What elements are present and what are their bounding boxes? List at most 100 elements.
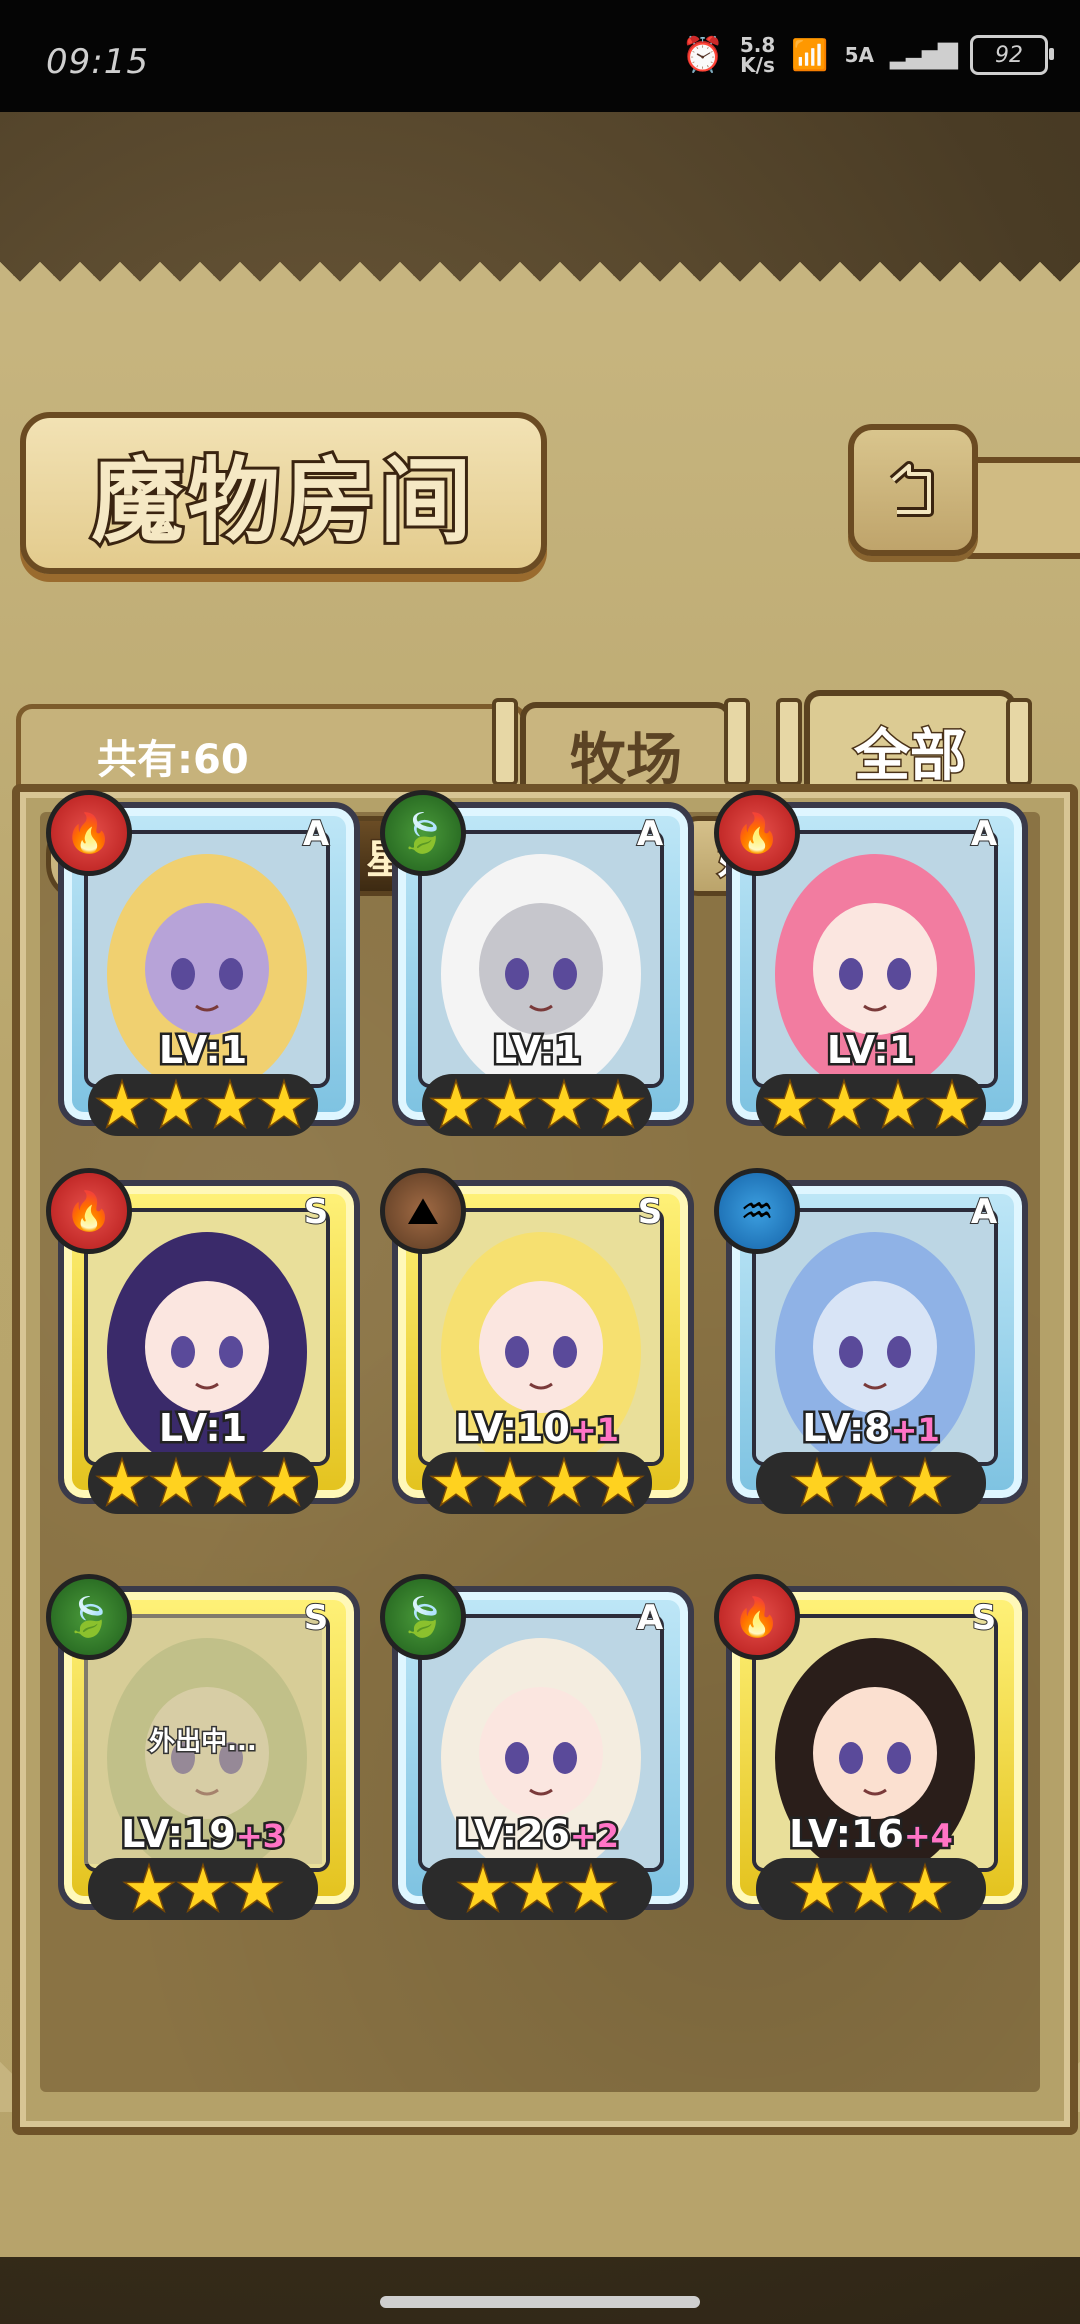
tab-pole: [1006, 698, 1032, 786]
monster-card[interactable]: 🔥 S LV:1 ★ ★ ★ ★: [46, 1168, 360, 1530]
star-icon: ★: [483, 1449, 538, 1517]
status-icons: ⏰ 5.8 K/s 📶 5A ▂▃▅▇ 92: [681, 30, 1054, 80]
star-icon: ★: [844, 1449, 899, 1517]
battery-level: 92: [995, 42, 1023, 68]
monster-card[interactable]: 外出中... 🍃 S LV:19+3 ★ ★ ★: [46, 1574, 360, 1936]
star-icon: ★: [456, 1855, 511, 1923]
star-icon: ★: [203, 1071, 258, 1139]
level-label: LV:1: [490, 1026, 583, 1075]
tab-pole: [492, 698, 518, 786]
alarm-icon: ⏰: [681, 35, 724, 75]
level-label: LV:1: [156, 1404, 249, 1453]
rank-badge: S: [303, 1597, 330, 1639]
monster-count-tab: 共有:60: [16, 704, 526, 789]
star-icon: ★: [176, 1855, 231, 1923]
fire-icon: 🔥: [46, 790, 132, 876]
leaf-icon: 🍃: [46, 1574, 132, 1660]
tab-pole: [776, 698, 802, 786]
star-icon: ★: [790, 1855, 845, 1923]
star-icon: ★: [537, 1071, 592, 1139]
star-icon: ★: [257, 1071, 312, 1139]
star-icon: ★: [898, 1855, 953, 1923]
level-bonus: +3: [233, 1815, 287, 1858]
rank-badge: A: [636, 813, 664, 855]
right-eye: [553, 1336, 577, 1368]
level-label: LV:1: [156, 1026, 249, 1075]
monster-card[interactable]: ⛰ S LV:10+1 ★ ★ ★ ★: [380, 1168, 694, 1530]
face-shape: [145, 1281, 269, 1413]
star-icon: ★: [429, 1449, 484, 1517]
right-eye: [553, 958, 577, 990]
right-eye: [219, 1336, 243, 1368]
earth-icon: ⛰: [380, 1168, 466, 1254]
left-eye: [171, 1336, 195, 1368]
face-shape: [813, 903, 937, 1035]
level-bonus: +1: [888, 1409, 942, 1452]
star-icon: ★: [257, 1449, 312, 1517]
level-bonus: +4: [901, 1815, 955, 1858]
left-eye: [839, 1336, 863, 1368]
level-label: LV:16+4: [787, 1810, 956, 1859]
rank-badge: S: [971, 1597, 998, 1639]
back-button-rail: [960, 457, 1080, 559]
star-icon: ★: [763, 1071, 818, 1139]
face-shape: [813, 1281, 937, 1413]
star-rating: ★ ★ ★: [756, 1858, 986, 1920]
clock: 09:15: [46, 42, 149, 82]
left-eye: [839, 1742, 863, 1774]
water-icon: ♒: [714, 1168, 800, 1254]
face-shape: [145, 903, 269, 1035]
level-label: LV:19+3: [119, 1810, 288, 1859]
face-shape: [813, 1687, 937, 1819]
monster-card[interactable]: 🍃 A LV:1 ★ ★ ★ ★: [380, 790, 694, 1152]
star-icon: ★: [95, 1449, 150, 1517]
star-icon: ★: [898, 1449, 953, 1517]
star-icon: ★: [564, 1855, 619, 1923]
star-icon: ★: [817, 1071, 872, 1139]
monster-card[interactable]: 🔥 A LV:1 ★ ★ ★ ★: [714, 790, 1028, 1152]
level-bonus: +2: [567, 1815, 621, 1858]
star-icon: ★: [429, 1071, 484, 1139]
fire-icon: 🔥: [714, 1574, 800, 1660]
face-shape: [479, 1281, 603, 1413]
left-eye: [505, 958, 529, 990]
monster-card[interactable]: 🍃 A LV:26+2 ★ ★ ★: [380, 1574, 694, 1936]
monster-card[interactable]: 🔥 S LV:16+4 ★ ★ ★: [714, 1574, 1028, 1936]
face-shape: [479, 1687, 603, 1819]
level-label: LV:10+1: [453, 1404, 622, 1453]
fire-icon: 🔥: [714, 790, 800, 876]
fire-icon: 🔥: [46, 1168, 132, 1254]
star-icon: ★: [871, 1071, 926, 1139]
wifi-icon: 📶: [791, 37, 829, 73]
star-rating: ★ ★ ★ ★: [88, 1074, 318, 1136]
board-top-edge: [0, 252, 1080, 312]
tab-pole: [724, 698, 750, 786]
status-bar: 09:15 ⏰ 5.8 K/s 📶 5A ▂▃▅▇ 92: [0, 0, 1080, 112]
star-icon: ★: [122, 1855, 177, 1923]
left-eye: [505, 1336, 529, 1368]
game-screen: 魔物房间 共有:60 牧场 全部 Ⅱ 等级 星级 成长 好感 时间: [0, 112, 1080, 2324]
page-title: 魔物房间: [88, 444, 476, 558]
rank-badge: A: [636, 1597, 664, 1639]
star-icon: ★: [510, 1855, 565, 1923]
star-icon: ★: [95, 1071, 150, 1139]
monster-card[interactable]: 🔥 A LV:1 ★ ★ ★ ★: [46, 790, 360, 1152]
back-button[interactable]: [848, 424, 978, 556]
leaf-icon: 🍃: [380, 1574, 466, 1660]
star-rating: ★ ★ ★: [756, 1452, 986, 1514]
star-icon: ★: [537, 1449, 592, 1517]
right-eye: [553, 1742, 577, 1774]
battery-icon: 92: [970, 35, 1054, 75]
star-icon: ★: [203, 1449, 258, 1517]
star-icon: ★: [149, 1071, 204, 1139]
rank-badge: A: [970, 813, 998, 855]
monster-card[interactable]: ♒ A LV:8+1 ★ ★ ★: [714, 1168, 1028, 1530]
star-icon: ★: [844, 1855, 899, 1923]
level-label: LV:26+2: [453, 1810, 622, 1859]
star-icon: ★: [925, 1071, 980, 1139]
page-title-plate: 魔物房间: [20, 412, 547, 574]
star-icon: ★: [790, 1449, 845, 1517]
gesture-bar[interactable]: [380, 2296, 700, 2308]
face-shape: [479, 903, 603, 1035]
return-arrow-icon: [889, 461, 934, 517]
